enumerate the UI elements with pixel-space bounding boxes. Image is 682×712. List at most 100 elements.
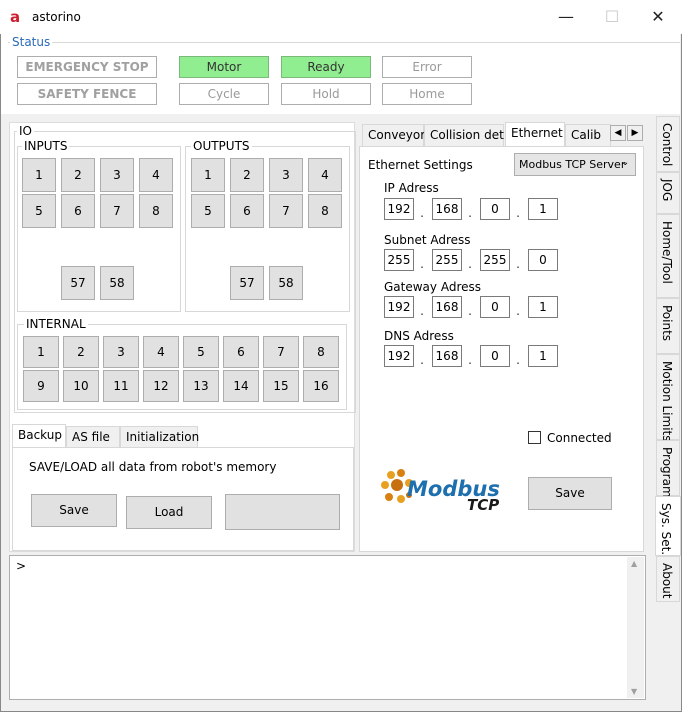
tab-ethernet[interactable]: Ethernet	[505, 122, 565, 146]
ip-octet-field[interactable]: 1	[528, 198, 558, 220]
output-button[interactable]: 2	[230, 158, 264, 192]
ip-octet-field[interactable]: 168	[432, 198, 462, 220]
connected-checkbox[interactable]	[528, 431, 541, 444]
hold-indicator: Hold	[281, 83, 371, 105]
tab-conveyor[interactable]: Conveyor	[362, 124, 425, 146]
maximize-button[interactable]: ☐	[592, 4, 632, 30]
octet-separator: .	[468, 353, 472, 367]
backup-save-button[interactable]: Save	[31, 494, 117, 527]
internal-button[interactable]: 13	[183, 370, 219, 402]
ip-octet-field[interactable]: 192	[384, 198, 414, 220]
backup-load-button[interactable]: Load	[126, 496, 212, 529]
subnet-octet-field[interactable]: 255	[432, 249, 462, 271]
internal-button[interactable]: 9	[23, 370, 59, 402]
side-tab-label: About	[660, 563, 674, 599]
internal-button[interactable]: 3	[103, 336, 139, 368]
input-button[interactable]: 58	[100, 266, 134, 300]
input-button[interactable]: 5	[22, 194, 56, 228]
side-tab-label: Control	[660, 123, 674, 167]
gateway-label: Gateway Adress	[384, 280, 481, 294]
input-button[interactable]: 1	[22, 158, 56, 192]
gateway-octet-field[interactable]: 192	[384, 296, 414, 318]
internal-button[interactable]: 1	[23, 336, 59, 368]
backup-extra-button[interactable]	[225, 494, 340, 530]
side-tab-jog[interactable]: JOG	[656, 172, 680, 214]
output-button[interactable]: 4	[308, 158, 342, 192]
subnet-octet-field[interactable]: 0	[528, 249, 558, 271]
side-tab-control[interactable]: Control	[656, 116, 680, 172]
output-button[interactable]: 1	[191, 158, 225, 192]
side-tab-program[interactable]: Program	[656, 440, 680, 498]
console-scrollbar[interactable]: ▲ ▼	[627, 557, 644, 698]
octet-separator: .	[468, 304, 472, 318]
side-tab-motion-limits[interactable]: Motion Limits	[656, 354, 680, 442]
internal-button[interactable]: 8	[303, 336, 339, 368]
scroll-down-icon[interactable]: ▼	[631, 687, 637, 696]
tab-scroll-left-icon[interactable]: ◀	[610, 125, 626, 141]
minimize-button[interactable]: —	[546, 4, 586, 30]
output-button[interactable]: 57	[230, 266, 264, 300]
dns-octet-field[interactable]: 0	[480, 345, 510, 367]
tab-initialization[interactable]: Initialization	[120, 426, 199, 448]
tab-scroll-right-icon[interactable]: ▶	[627, 125, 643, 141]
input-button[interactable]: 8	[139, 194, 173, 228]
side-tab-home-tool[interactable]: Home/Tool	[656, 214, 680, 298]
side-tab-about[interactable]: About	[656, 556, 680, 602]
output-button[interactable]: 3	[269, 158, 303, 192]
internal-button[interactable]: 15	[263, 370, 299, 402]
input-button[interactable]: 3	[100, 158, 134, 192]
input-button[interactable]: 4	[139, 158, 173, 192]
internal-button[interactable]: 10	[63, 370, 99, 402]
ethernet-save-button[interactable]: Save	[528, 477, 612, 510]
gateway-octet-field[interactable]: 168	[432, 296, 462, 318]
internal-button[interactable]: 7	[263, 336, 299, 368]
internal-button[interactable]: 11	[103, 370, 139, 402]
internal-button[interactable]: 5	[183, 336, 219, 368]
subnet-octet-field[interactable]: 255	[384, 249, 414, 271]
octet-separator: .	[420, 206, 424, 220]
input-button[interactable]: 6	[61, 194, 95, 228]
input-button[interactable]: 57	[61, 266, 95, 300]
output-button[interactable]: 7	[269, 194, 303, 228]
backup-description: SAVE/LOAD all data from robot's memory	[29, 460, 277, 474]
input-button[interactable]: 7	[100, 194, 134, 228]
output-button[interactable]: 58	[269, 266, 303, 300]
side-tab-label: JOG	[660, 179, 674, 202]
ip-octet-field[interactable]: 0	[480, 198, 510, 220]
tcp-logo-text: TCP	[467, 496, 500, 514]
close-button[interactable]: ✕	[638, 4, 678, 30]
internal-button[interactable]: 2	[63, 336, 99, 368]
output-button[interactable]: 8	[308, 194, 342, 228]
internal-button[interactable]: 12	[143, 370, 179, 402]
status-label: Status	[10, 35, 53, 49]
internal-button[interactable]: 14	[223, 370, 259, 402]
side-tab-points[interactable]: Points	[656, 298, 680, 354]
chevron-down-icon: ⌄	[621, 157, 630, 168]
dns-octet-field[interactable]: 192	[384, 345, 414, 367]
internal-button[interactable]: 16	[303, 370, 339, 402]
console-output[interactable]	[9, 555, 646, 700]
dns-octet-field[interactable]: 1	[528, 345, 558, 367]
internal-button[interactable]: 6	[223, 336, 259, 368]
octet-separator: .	[516, 353, 520, 367]
console-prompt: >	[16, 559, 27, 573]
safety-fence-indicator: SAFETY FENCE	[17, 83, 157, 105]
output-button[interactable]: 6	[230, 194, 264, 228]
tab-as-file[interactable]: AS file	[66, 426, 120, 448]
ip-label: IP Adress	[384, 181, 439, 195]
input-button[interactable]: 2	[61, 158, 95, 192]
internal-button[interactable]: 4	[143, 336, 179, 368]
output-button[interactable]: 5	[191, 194, 225, 228]
side-tab-label: Sys. Set.	[659, 503, 673, 556]
dns-octet-field[interactable]: 168	[432, 345, 462, 367]
subnet-octet-field[interactable]: 255	[480, 249, 510, 271]
tab-collision-det[interactable]: Collision det.	[424, 124, 508, 146]
gateway-octet-field[interactable]: 1	[528, 296, 558, 318]
tab-calib[interactable]: Calib	[565, 124, 611, 146]
protocol-select[interactable]: Modbus TCP Server ⌄	[514, 153, 636, 176]
tab-backup[interactable]: Backup	[12, 424, 66, 448]
side-tab-sys-set[interactable]: Sys. Set.	[655, 496, 681, 556]
scroll-up-icon[interactable]: ▲	[631, 559, 637, 568]
gateway-octet-field[interactable]: 0	[480, 296, 510, 318]
side-tab-label: Home/Tool	[660, 221, 674, 284]
